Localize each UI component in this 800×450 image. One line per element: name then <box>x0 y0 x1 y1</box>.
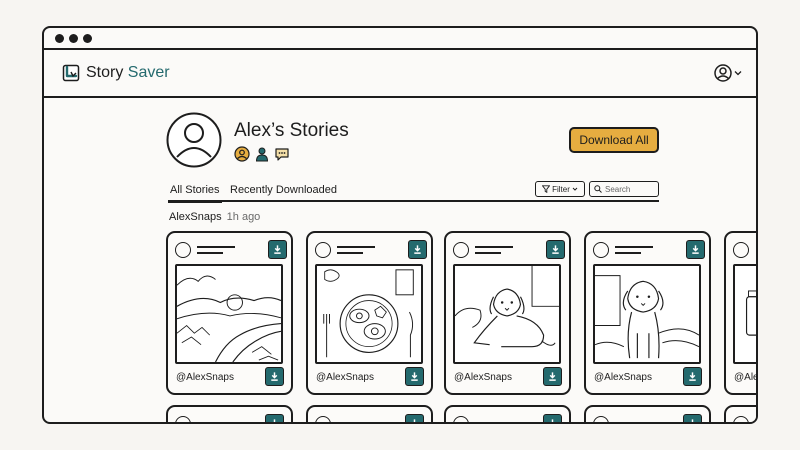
chat-bubble-icon[interactable] <box>274 146 290 162</box>
avatar <box>453 242 469 258</box>
search-input[interactable]: Search <box>589 181 659 197</box>
story-card[interactable] <box>584 405 711 422</box>
avatar <box>175 416 191 422</box>
story-image-jar[interactable] <box>733 264 756 364</box>
download-all-button[interactable]: Download All <box>569 127 659 153</box>
user-circle-icon <box>714 64 732 82</box>
user-circle-icon[interactable] <box>234 146 250 162</box>
account-menu-button[interactable] <box>714 64 742 82</box>
download-icon[interactable] <box>408 240 427 259</box>
story-handle[interactable]: @AlexSnaps <box>594 372 652 383</box>
story-handle[interactable]: @AlexSnaps <box>176 372 234 383</box>
app-logo[interactable]: Story Saver <box>62 64 170 82</box>
download-icon[interactable] <box>265 367 284 386</box>
story-card-header <box>733 240 756 260</box>
story-card[interactable] <box>306 405 433 422</box>
story-timestamp: 1h ago <box>226 211 261 223</box>
avatar <box>733 242 749 258</box>
download-icon[interactable] <box>405 367 424 386</box>
story-author[interactable]: AlexSnaps <box>169 211 222 223</box>
download-icon[interactable] <box>546 240 565 259</box>
avatar <box>453 416 469 422</box>
story-card[interactable]: @AlexSnaps <box>166 231 293 395</box>
browser-window: Story Saver Alex’s Stories Download All … <box>42 26 758 424</box>
window-dot-icon[interactable] <box>83 33 92 43</box>
story-card-header <box>593 240 705 260</box>
avatar <box>315 416 331 422</box>
placeholder-line <box>615 246 653 248</box>
download-logo-icon <box>62 64 80 82</box>
avatar <box>593 416 609 422</box>
story-image-landscape[interactable] <box>175 264 283 364</box>
profile-avatar-icon <box>166 112 222 168</box>
chevron-down-icon <box>734 71 742 76</box>
download-icon[interactable] <box>265 414 284 422</box>
story-handle[interactable]: @AlexSnaps <box>316 372 374 383</box>
story-handle[interactable]: @AlexSnaps <box>454 372 512 383</box>
download-icon[interactable] <box>683 414 702 422</box>
profile-header: Alex’s Stories <box>166 112 349 168</box>
placeholder-line <box>337 246 375 248</box>
download-icon[interactable] <box>405 414 424 422</box>
download-icon[interactable] <box>683 367 702 386</box>
story-card[interactable]: @AlexSnaps <box>584 231 711 395</box>
story-card[interactable]: @AlexSnaps <box>306 231 433 395</box>
download-icon[interactable] <box>268 240 287 259</box>
story-card[interactable]: @Ale <box>724 231 756 395</box>
story-card-header <box>175 240 287 260</box>
app-header: Story Saver <box>44 50 756 98</box>
story-card-header <box>453 240 565 260</box>
placeholder-line <box>197 246 235 248</box>
placeholder-line <box>475 246 513 248</box>
avatar <box>315 242 331 258</box>
window-titlebar <box>44 28 756 50</box>
search-icon <box>594 185 602 193</box>
story-image-dog-lying[interactable] <box>453 264 561 364</box>
avatar <box>175 242 191 258</box>
placeholder-line <box>197 252 223 254</box>
download-icon[interactable] <box>543 414 562 422</box>
story-group-header: AlexSnaps 1h ago <box>169 211 260 223</box>
page-title: Alex’s Stories <box>234 120 349 141</box>
window-dot-icon[interactable] <box>55 33 64 43</box>
person-icon[interactable] <box>254 146 270 162</box>
app-brand-name: Story Saver <box>86 64 170 82</box>
story-card[interactable] <box>724 405 756 422</box>
story-card-header <box>315 240 427 260</box>
funnel-icon <box>542 185 551 193</box>
tab-recently-downloaded[interactable]: Recently Downloaded <box>230 184 337 196</box>
story-handle[interactable]: @Ale <box>734 372 756 383</box>
window-dot-icon[interactable] <box>69 33 78 43</box>
story-card[interactable] <box>166 405 293 422</box>
avatar <box>593 242 609 258</box>
download-icon[interactable] <box>543 367 562 386</box>
filter-button[interactable]: Filter <box>535 181 585 197</box>
story-tabs: All Stories Recently Downloaded Filter S… <box>168 180 659 203</box>
story-image-breakfast[interactable] <box>315 264 423 364</box>
brand-accent: Saver <box>127 64 170 81</box>
chevron-down-icon <box>572 187 578 191</box>
story-card[interactable]: @AlexSnaps <box>444 231 571 395</box>
tab-all-stories[interactable]: All Stories <box>168 184 222 203</box>
placeholder-line <box>337 252 363 254</box>
brand-prefix: Story <box>86 64 128 81</box>
story-image-dog-sitting[interactable] <box>593 264 701 364</box>
filter-label: Filter <box>552 184 570 194</box>
placeholder-line <box>475 252 501 254</box>
download-icon[interactable] <box>686 240 705 259</box>
avatar <box>733 416 749 422</box>
profile-icons <box>234 146 349 162</box>
placeholder-line <box>615 252 641 254</box>
story-card[interactable] <box>444 405 571 422</box>
search-placeholder: Search <box>605 184 631 194</box>
